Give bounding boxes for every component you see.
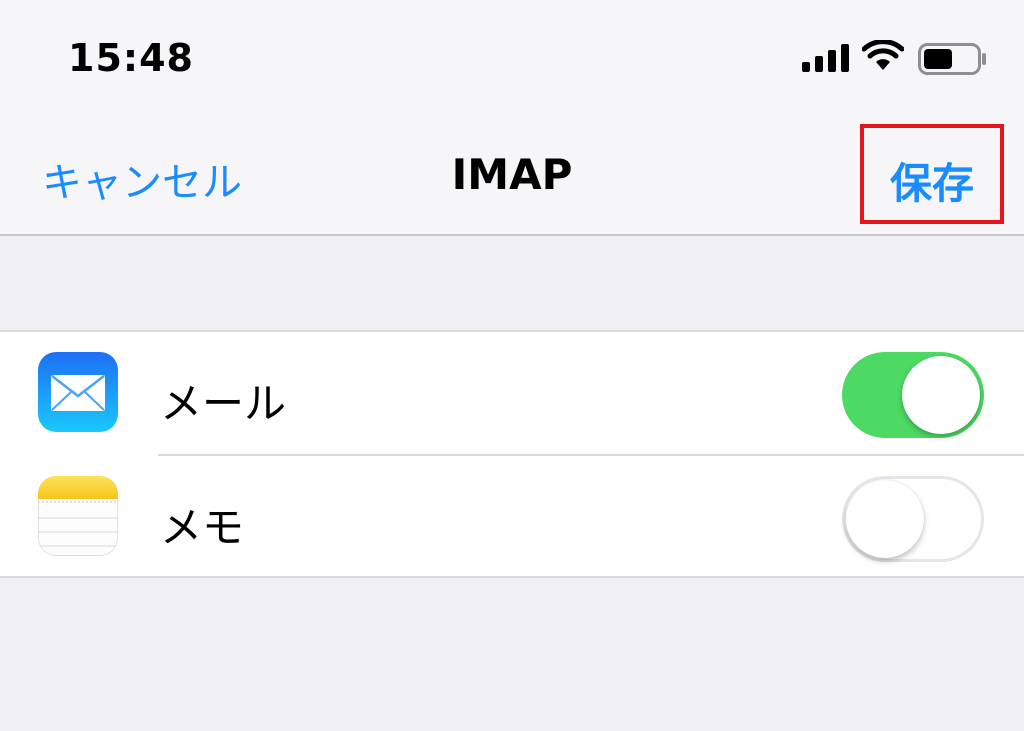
save-button[interactable]: 保存 bbox=[864, 150, 1000, 211]
mail-label: メール bbox=[160, 379, 287, 428]
notes-label: メモ bbox=[160, 503, 245, 552]
list-item-mail: メール bbox=[0, 332, 1024, 456]
signal-icon bbox=[802, 44, 849, 72]
screen: 15:48 キャンセル IMAP 保存 メール メモ bbox=[0, 0, 1024, 731]
save-highlight-box: 保存 bbox=[860, 124, 1004, 224]
battery-icon bbox=[918, 43, 986, 75]
status-bar: 15:48 bbox=[0, 0, 1024, 110]
navigation-bar: キャンセル IMAP 保存 bbox=[0, 110, 1024, 236]
wifi-icon bbox=[862, 40, 904, 70]
account-services-list: メール メモ bbox=[0, 330, 1024, 578]
mail-app-icon bbox=[38, 352, 118, 432]
toggle-knob bbox=[902, 356, 980, 434]
toggle-knob bbox=[846, 480, 924, 558]
status-time: 15:48 bbox=[68, 36, 194, 80]
notes-toggle[interactable] bbox=[842, 476, 984, 562]
mail-toggle[interactable] bbox=[842, 352, 984, 438]
list-item-notes: メモ bbox=[0, 456, 1024, 578]
notes-app-icon bbox=[38, 476, 118, 556]
